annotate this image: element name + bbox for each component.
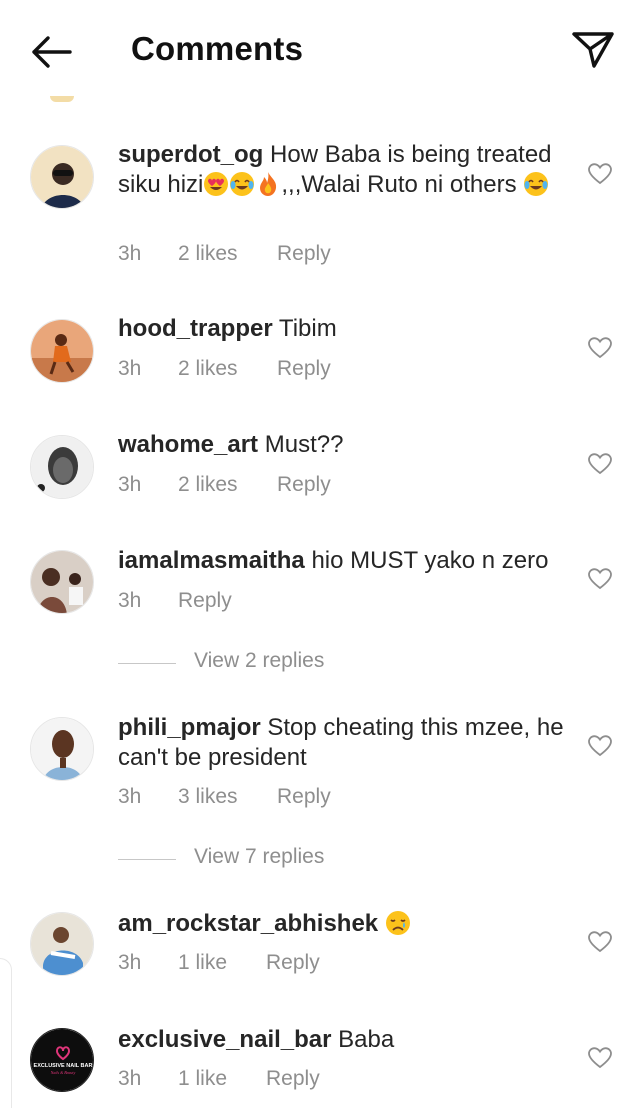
- comment-time: 3h: [118, 589, 142, 612]
- comment-username[interactable]: am_rockstar_abhishek: [118, 910, 378, 937]
- comment-username[interactable]: superdot_og: [118, 141, 263, 168]
- crying-emoji: [385, 911, 410, 935]
- reply-button[interactable]: Reply: [277, 357, 331, 381]
- comment-meta: 3h 2 likes Reply: [118, 473, 331, 497]
- comment-meta: 3h 2 likes Reply: [118, 242, 331, 266]
- comment-message: Tibim: [278, 315, 337, 342]
- svg-text:EXCLUSIVE NAIL BAR: EXCLUSIVE NAIL BAR: [34, 1063, 93, 1069]
- comment-message: Baba: [338, 1026, 395, 1053]
- avatar[interactable]: [30, 435, 94, 499]
- comment-likes[interactable]: 3 likes: [178, 785, 277, 809]
- comment-meta: 3h 1 like Reply: [118, 951, 320, 975]
- floating-panel-edge: [0, 958, 12, 1108]
- joy-emoji: [524, 172, 549, 196]
- comment-likes[interactable]: 2 likes: [178, 473, 277, 497]
- heart-outline-icon[interactable]: [588, 453, 612, 475]
- heart-outline-icon[interactable]: [588, 735, 612, 757]
- reply-button[interactable]: Reply: [266, 951, 320, 975]
- comment-meta: 3h 3 likes Reply: [118, 785, 331, 809]
- fire-emoji: [260, 172, 277, 196]
- replies-divider: [118, 859, 176, 860]
- back-arrow-icon[interactable]: [28, 30, 74, 74]
- view-replies-label[interactable]: View 2 replies: [194, 649, 324, 673]
- comment-text: iamalmasmaitha hio MUST yako n zero: [118, 546, 568, 576]
- heart-outline-icon[interactable]: [588, 163, 612, 185]
- svg-text:Nails & Beauty: Nails & Beauty: [50, 1070, 76, 1075]
- heart-outline-icon[interactable]: [588, 1047, 612, 1069]
- send-icon[interactable]: [570, 26, 616, 72]
- avatar[interactable]: [30, 550, 94, 614]
- comment-likes[interactable]: 1 like: [178, 1067, 266, 1091]
- comment-likes[interactable]: 2 likes: [178, 242, 277, 266]
- avatar[interactable]: [30, 145, 94, 209]
- view-replies-button[interactable]: View 2 replies: [118, 649, 518, 679]
- reply-button[interactable]: Reply: [178, 589, 232, 613]
- comment-text: phili_pmajor Stop cheating this mzee, he…: [118, 713, 568, 773]
- comment-username[interactable]: exclusive_nail_bar: [118, 1026, 331, 1053]
- comment-time: 3h: [118, 473, 142, 496]
- heart-outline-icon[interactable]: [588, 931, 612, 953]
- view-replies-button[interactable]: View 7 replies: [118, 845, 518, 875]
- comment-time: 3h: [118, 1067, 142, 1090]
- previous-comment-avatar-edge: [50, 96, 74, 102]
- avatar[interactable]: [30, 319, 94, 383]
- heart-outline-icon[interactable]: [588, 568, 612, 590]
- comment-message: hio MUST yako n zero: [311, 547, 549, 574]
- comment-text: superdot_og How Baba is being treated si…: [118, 140, 568, 200]
- comment-text: am_rockstar_abhishek: [118, 909, 568, 939]
- comment-meta: 3h 2 likes Reply: [118, 357, 331, 381]
- comment-username[interactable]: wahome_art: [118, 431, 258, 458]
- comment-time: 3h: [118, 242, 142, 265]
- comment-time: 3h: [118, 357, 142, 380]
- comment-time: 3h: [118, 951, 142, 974]
- comments-header: Comments: [0, 0, 622, 100]
- comment-message: Must??: [264, 431, 344, 458]
- joy-emoji: [230, 172, 255, 196]
- comment-username[interactable]: phili_pmajor: [118, 714, 261, 741]
- reply-button[interactable]: Reply: [277, 785, 331, 809]
- comment-meta: 3h Reply: [118, 589, 232, 613]
- comment-meta: 3h 1 like Reply: [118, 1067, 320, 1091]
- comment-likes[interactable]: 2 likes: [178, 357, 277, 381]
- reply-button[interactable]: Reply: [277, 473, 331, 497]
- comment-username[interactable]: iamalmasmaitha: [118, 547, 305, 574]
- page-title: Comments: [131, 30, 304, 67]
- reply-button[interactable]: Reply: [266, 1067, 320, 1091]
- comment-text: hood_trapper Tibim: [118, 314, 568, 344]
- view-replies-label[interactable]: View 7 replies: [194, 845, 324, 869]
- comment-message-continued: ,,,Walai Ruto ni others: [281, 171, 517, 198]
- reply-button[interactable]: Reply: [277, 242, 331, 266]
- heart-eyes-emoji: [204, 172, 229, 196]
- comment-likes[interactable]: 1 like: [178, 951, 266, 975]
- comment-time: 3h: [118, 785, 142, 808]
- replies-divider: [118, 663, 176, 664]
- avatar[interactable]: [30, 912, 94, 976]
- avatar[interactable]: [30, 717, 94, 781]
- heart-outline-icon[interactable]: [588, 337, 612, 359]
- avatar[interactable]: EXCLUSIVE NAIL BAR Nails & Beauty: [30, 1028, 94, 1092]
- comment-text: wahome_art Must??: [118, 430, 568, 460]
- comment-text: exclusive_nail_bar Baba: [118, 1025, 568, 1055]
- comment-username[interactable]: hood_trapper: [118, 315, 273, 342]
